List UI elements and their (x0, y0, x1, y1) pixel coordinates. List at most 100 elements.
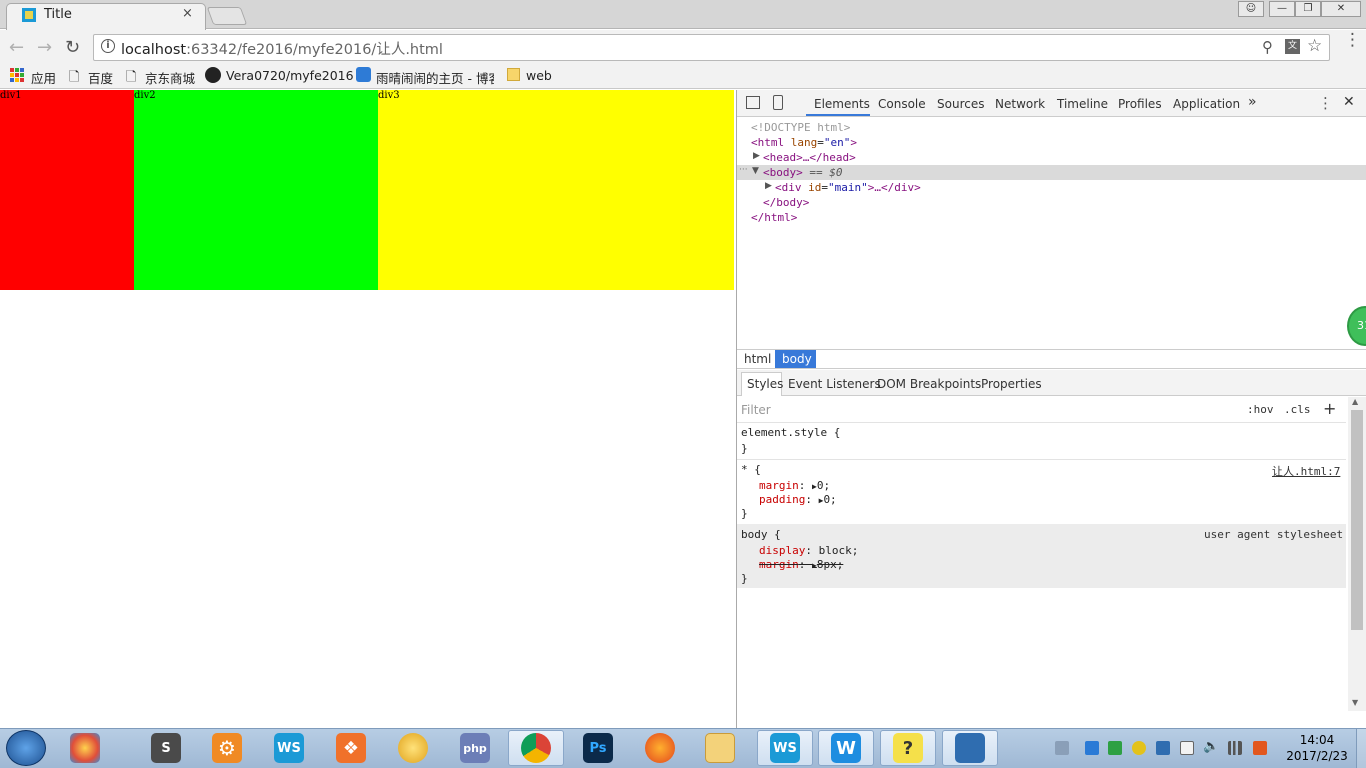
reload-button[interactable]: ↻ (65, 37, 80, 58)
taskbar-app-15[interactable] (942, 730, 998, 766)
taskbar-app-6[interactable] (385, 730, 441, 766)
user-icon[interactable]: ☺ (1238, 1, 1264, 17)
subtab-styles[interactable]: Styles (747, 377, 783, 391)
cube-tray-icon[interactable] (1085, 741, 1099, 755)
inspect-element-icon[interactable] (746, 96, 760, 109)
tab-title: Title (44, 7, 72, 22)
dom-html-close[interactable]: </html> (751, 211, 797, 224)
app-tray-icon[interactable] (1156, 741, 1170, 755)
taskbar-app-1[interactable] (57, 730, 113, 766)
scroll-down-icon[interactable]: ▼ (1352, 698, 1358, 707)
taskbar-php[interactable]: php (447, 730, 503, 766)
tab-network[interactable]: Network (995, 97, 1045, 111)
hov-toggle[interactable]: :hov (1247, 403, 1274, 416)
taskbar-xampp[interactable]: ❖ (323, 730, 379, 766)
more-tabs-icon[interactable]: » (1248, 94, 1257, 110)
rule-close-brace: } (741, 442, 748, 455)
expand-arrow-icon[interactable]: ▶ (765, 181, 772, 191)
taskbar-settings[interactable]: ⚙ (199, 730, 255, 766)
taskbar-explorer[interactable] (692, 730, 748, 766)
rule-star-selector[interactable]: * { (741, 463, 761, 476)
tab-application[interactable]: Application (1173, 97, 1240, 111)
restore-button[interactable]: ❐ (1295, 1, 1321, 17)
tab-close-icon[interactable]: × (182, 6, 193, 21)
tab-elements[interactable]: Elements (814, 97, 870, 111)
apps-grid-icon (10, 68, 24, 82)
rule-body-display[interactable]: display: block; (759, 544, 858, 557)
dom-body-node[interactable]: <body> == $0 (763, 166, 843, 179)
rule-star-padding[interactable]: padding: ▶0; (759, 493, 837, 506)
breadcrumb-body[interactable]: body (775, 350, 816, 368)
show-desktop-button[interactable] (1356, 729, 1366, 768)
folder-icon (507, 68, 520, 81)
rule-body-selector[interactable]: body { (741, 528, 781, 541)
plus-tray-icon[interactable] (1132, 741, 1146, 755)
keyboard-tray-icon[interactable] (1055, 741, 1069, 755)
gear-icon: ⚙ (212, 733, 242, 763)
clock[interactable]: 14:04 2017/2/23 (1282, 732, 1352, 764)
menu-icon[interactable]: ⋮ (1344, 32, 1361, 49)
network-signal-icon[interactable] (1228, 741, 1242, 755)
devtools-menu-icon[interactable]: ⋮ (1318, 94, 1333, 112)
new-tab-button[interactable] (206, 7, 248, 25)
div2-label: div2 (134, 90, 156, 101)
scroll-up-icon[interactable]: ▲ (1352, 397, 1358, 406)
taskbar-wps[interactable]: W (818, 730, 874, 766)
taskbar-help[interactable]: ? (880, 730, 936, 766)
tab-timeline[interactable]: Timeline (1057, 97, 1108, 111)
forward-button[interactable]: → (37, 37, 52, 58)
usb-tray-icon[interactable] (1180, 741, 1194, 755)
dom-div-main-node[interactable]: <div id="main">…</div> (775, 181, 921, 194)
dom-html-node[interactable]: <html lang="en"> (751, 136, 857, 149)
cls-toggle[interactable]: .cls (1284, 403, 1311, 416)
taskbar-webstorm[interactable]: WS (261, 730, 317, 766)
subtab-dom-breakpoints[interactable]: DOM Breakpoints (877, 377, 981, 391)
info-icon[interactable]: i (101, 39, 115, 53)
xampp-tray-icon[interactable] (1253, 741, 1267, 755)
gpu-tray-icon[interactable] (1108, 741, 1122, 755)
translate-icon[interactable]: 文 (1285, 39, 1300, 54)
url-text[interactable]: localhost:63342/fe2016/myfe2016/让人.html (121, 38, 443, 59)
dom-head-node[interactable]: <head>…</head> (763, 151, 856, 164)
tab-sources[interactable]: Sources (937, 97, 984, 111)
bookmark-blog[interactable]: 雨晴闹闹的主页 - 博客 (376, 68, 494, 87)
taskbar-firefox[interactable] (632, 730, 688, 766)
minimize-button[interactable]: — (1269, 1, 1295, 17)
close-window-button[interactable]: ✕ (1321, 1, 1361, 17)
tab-profiles[interactable]: Profiles (1118, 97, 1162, 111)
bookmark-apps[interactable]: 应用 (31, 68, 56, 87)
rule-star-source-link[interactable]: 让人.html:7 (1272, 463, 1340, 479)
filter-input[interactable]: Filter (741, 403, 771, 417)
clock-time: 14:04 (1299, 733, 1335, 747)
bookmark-baidu[interactable]: 百度 (88, 68, 113, 87)
dom-body-close[interactable]: </body> (763, 196, 809, 209)
rule-element-style[interactable]: element.style { (741, 426, 840, 439)
subtab-event-listeners[interactable]: Event Listeners (788, 377, 881, 391)
rule-star-margin[interactable]: margin: ▶0; (759, 479, 830, 492)
bookmark-jd[interactable]: 京东商城 (145, 68, 195, 87)
back-button[interactable]: ← (9, 37, 24, 58)
zoom-icon[interactable]: ⚲ (1262, 38, 1273, 56)
scrollbar-thumb[interactable] (1351, 410, 1363, 630)
add-rule-icon[interactable]: + (1323, 399, 1336, 418)
subtab-properties[interactable]: Properties (981, 377, 1042, 391)
browser-tab[interactable] (6, 3, 206, 30)
taskbar-chrome[interactable] (508, 730, 564, 766)
start-button[interactable] (6, 730, 46, 766)
bookmark-folder-web[interactable]: web (526, 68, 552, 83)
taskbar-photoshop[interactable]: Ps (570, 730, 626, 766)
taskbar-webstorm-window[interactable]: WS (757, 730, 813, 766)
dom-doctype[interactable]: <!DOCTYPE html> (751, 121, 850, 134)
expand-arrow-icon[interactable]: ▶ (753, 151, 760, 161)
collapse-arrow-icon[interactable]: ▼ (752, 166, 759, 176)
star-bookmark-icon[interactable]: ☆ (1307, 36, 1322, 56)
disk-app-icon (955, 733, 985, 763)
device-toolbar-icon[interactable] (773, 95, 783, 110)
breadcrumb-html[interactable]: html (744, 352, 771, 366)
bookmark-github[interactable]: Vera0720/myfe2016 (226, 68, 354, 83)
volume-icon[interactable]: 🔈 (1203, 739, 1219, 754)
tab-console[interactable]: Console (878, 97, 926, 111)
rule-body-margin-overridden[interactable]: margin: ▶8px; (759, 558, 843, 571)
devtools-close-icon[interactable]: ✕ (1343, 94, 1355, 110)
taskbar-sublime[interactable]: S (138, 730, 194, 766)
